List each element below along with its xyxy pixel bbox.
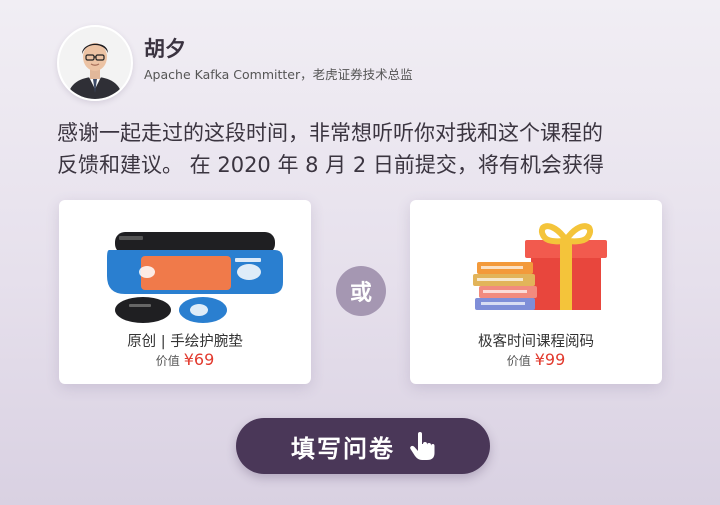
- message-line-2: 反馈和建议。 在 2020 年 8 月 2 日前提交，将有机会获得: [57, 153, 604, 177]
- price-amount: ¥69: [183, 350, 215, 369]
- avatar: [57, 25, 133, 101]
- avatar-portrait-icon: [59, 27, 131, 99]
- author-name: 胡夕: [144, 37, 186, 61]
- reward-card-wrist-rest: 原创 | 手绘护腕垫 价值 ¥69: [59, 200, 311, 384]
- wrist-rest-image: [59, 212, 311, 327]
- survey-button-label: 填写问卷: [291, 434, 395, 463]
- reward-title: 极客时间课程阅码: [478, 334, 594, 350]
- reward-title: 原创 | 手绘护腕垫: [127, 334, 243, 350]
- reward-price: 价值 ¥99: [410, 350, 662, 369]
- gift-books-image: [410, 212, 662, 327]
- fill-survey-button[interactable]: 填写问卷: [236, 418, 490, 474]
- price-label: 价值: [506, 354, 531, 368]
- price-label: 价值: [155, 354, 180, 368]
- author-title: Apache Kafka Committer，老虎证券技术总监: [144, 67, 413, 82]
- reward-card-course-code: 极客时间课程阅码 价值 ¥99: [410, 200, 662, 384]
- or-badge: 或: [336, 266, 386, 316]
- reward-price: 价值 ¥69: [59, 350, 311, 369]
- hand-pointer-icon: [409, 431, 435, 461]
- message-line-1: 感谢一起走过的这段时间，非常想听听你对我和这个课程的: [57, 121, 603, 145]
- feedback-message: 感谢一起走过的这段时间，非常想听听你对我和这个课程的 反馈和建议。 在 2020…: [57, 117, 677, 181]
- author-block: 胡夕 Apache Kafka Committer，老虎证券技术总监: [57, 25, 413, 101]
- price-amount: ¥99: [534, 350, 566, 369]
